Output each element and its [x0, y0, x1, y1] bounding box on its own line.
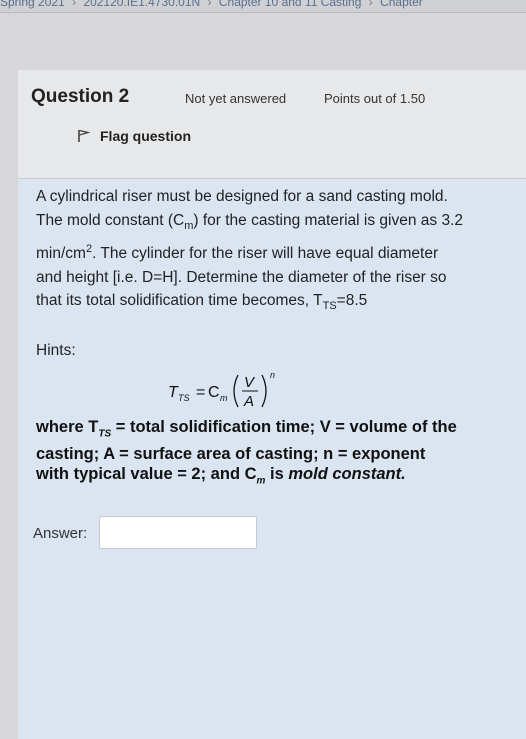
question-title: Question 2: [31, 86, 130, 107]
flag-icon: [78, 129, 90, 142]
breadcrumb-item[interactable]: Chapter: [380, 0, 423, 8]
breadcrumb: Spring 2021 › 202120.IE1.4730.01N › Chap…: [0, 0, 526, 13]
hint-line: where TTS = total solidification time; V…: [36, 418, 457, 440]
formula-lhs-sub: TS: [178, 393, 190, 403]
hints-label: Hints:: [36, 342, 76, 359]
question-content: A cylindrical riser must be designed for…: [18, 179, 526, 739]
breadcrumb-item[interactable]: Chapter 10 and 11 Casting: [219, 0, 362, 8]
hint-line: with typical value = 2; and Cm is mold c…: [36, 465, 406, 487]
question-line: A cylindrical riser must be designed for…: [36, 188, 448, 205]
chevron-right-icon: ›: [207, 0, 212, 9]
question-points: Points out of 1.50: [324, 91, 426, 106]
chevron-right-icon: ›: [72, 0, 77, 9]
question-text: A cylindrical riser must be designed for…: [36, 185, 514, 319]
answer-label: Answer:: [33, 525, 88, 542]
question-line: min/cm2. The cylinder for the riser will…: [36, 243, 439, 263]
formula-equals: =: [196, 384, 205, 401]
question-line: and height [i.e. D=H]. Determine the dia…: [36, 268, 447, 286]
formula-c-sub: m: [220, 393, 228, 403]
question-info-panel: Question 2 Not yet answered Points out o…: [18, 70, 526, 179]
answer-input[interactable]: [99, 516, 257, 549]
formula-image: T TS = C m V A n: [168, 370, 275, 410]
formula-c: C: [208, 384, 220, 401]
formula-numerator: V: [244, 374, 256, 391]
formula-exponent: n: [270, 370, 275, 380]
breadcrumb-item[interactable]: Spring 2021: [0, 0, 65, 8]
question-status: Not yet answered: [185, 91, 287, 106]
hint-definitions: where TTS = total solidification time; V…: [36, 417, 516, 492]
question-line: that its total solidification time becom…: [36, 292, 368, 313]
formula-denominator: A: [243, 393, 254, 410]
flag-question-button[interactable]: Flag question: [78, 128, 191, 144]
hint-line: casting; A = surface area of casting; n …: [36, 445, 426, 464]
breadcrumb-item[interactable]: 202120.IE1.4730.01N: [83, 0, 200, 8]
chevron-right-icon: ›: [368, 0, 373, 9]
question-line: The mold constant (Cm) for the casting m…: [36, 211, 464, 232]
flag-question-label: Flag question: [100, 128, 191, 144]
